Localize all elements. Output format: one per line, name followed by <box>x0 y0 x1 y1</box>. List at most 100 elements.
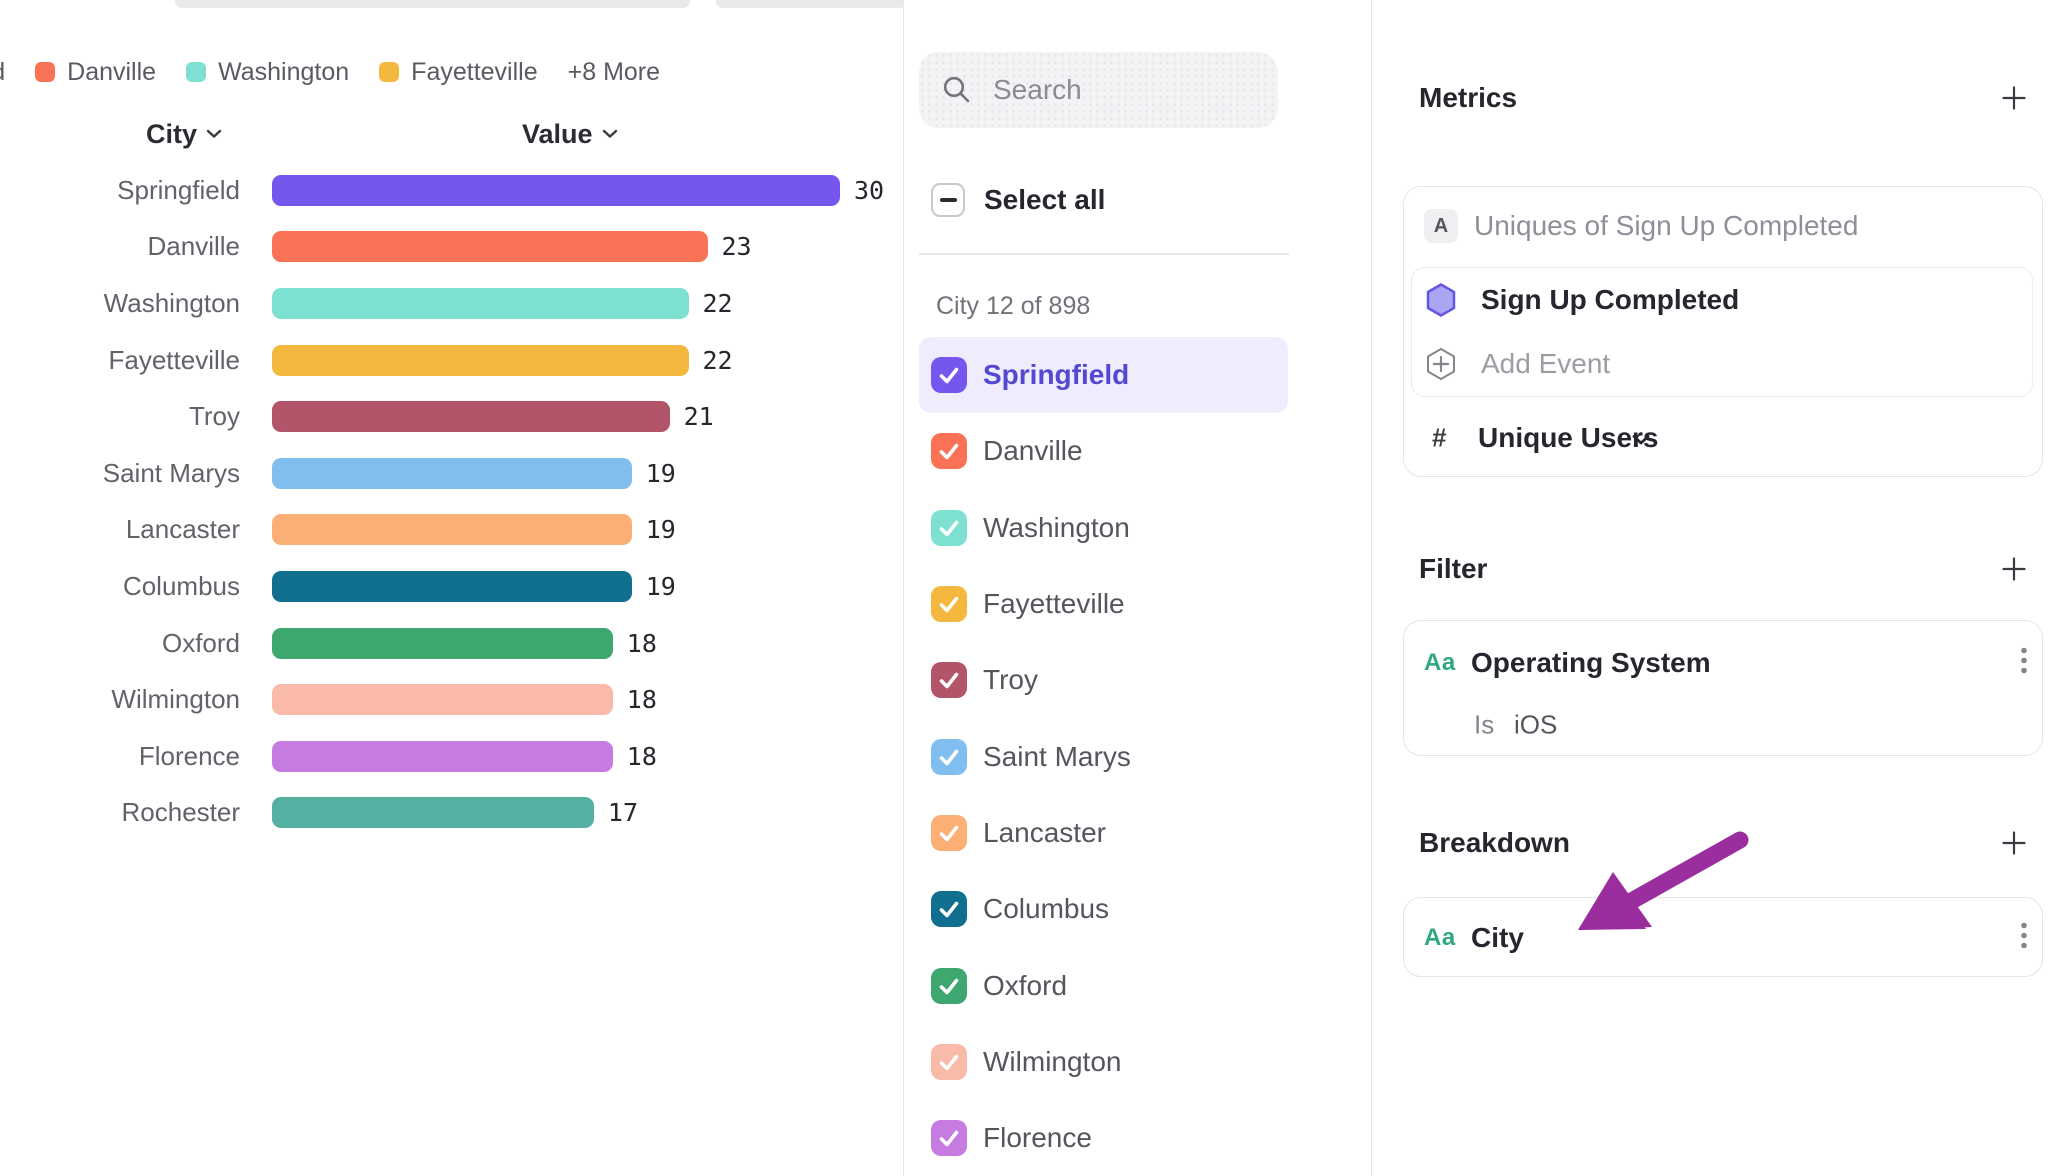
bar[interactable] <box>272 741 613 772</box>
city-option-row[interactable]: Lancaster <box>919 795 1288 871</box>
bar-category-label: Oxford <box>0 628 240 659</box>
checkbox-checked-icon[interactable] <box>931 510 967 546</box>
filter-property-name[interactable]: Operating System <box>1471 647 1711 679</box>
legend-item[interactable]: Springfield <box>0 58 5 87</box>
bar[interactable] <box>272 231 708 262</box>
chart-row: Washington22 <box>0 275 903 332</box>
search-input[interactable] <box>991 73 1245 107</box>
check-icon <box>931 662 967 698</box>
check-icon <box>931 1044 967 1080</box>
add-event-hexagon-plus-icon <box>1425 346 1457 382</box>
filter-options-kebab-button[interactable] <box>2016 643 2032 684</box>
chart-row: Columbus19 <box>0 558 903 615</box>
event-card: Sign Up Completed Add Event <box>1411 267 2033 397</box>
bar-value-label: 19 <box>646 515 676 544</box>
breakdown-section-title: Breakdown <box>1419 827 1570 859</box>
legend-more-label[interactable]: +8 More <box>568 58 660 87</box>
city-option-row[interactable]: Saint Marys <box>919 718 1288 794</box>
bar[interactable] <box>272 345 689 376</box>
checkbox-checked-icon[interactable] <box>931 662 967 698</box>
checkbox-checked-icon[interactable] <box>931 357 967 393</box>
chevron-down-icon <box>602 129 618 139</box>
city-option-row[interactable]: Springfield <box>919 337 1288 413</box>
chart-row: Danville23 <box>0 219 903 276</box>
bar-value-label: 18 <box>627 629 657 658</box>
checkbox-checked-icon[interactable] <box>931 433 967 469</box>
result-count-label: City 12 of 898 <box>936 292 1090 321</box>
checkbox-checked-icon[interactable] <box>931 586 967 622</box>
bar-chart-panel: Springfield Danville Washington Fayettevill… <box>0 0 903 1176</box>
checkbox-checked-icon[interactable] <box>931 968 967 1004</box>
check-icon <box>931 891 967 927</box>
checkbox-checked-icon[interactable] <box>931 1044 967 1080</box>
kebab-menu-icon <box>2020 922 2028 950</box>
checkbox-checked-icon[interactable] <box>931 815 967 851</box>
chevron-down-icon <box>206 129 222 139</box>
add-metric-button[interactable] <box>2000 84 2028 112</box>
bar[interactable] <box>272 288 689 319</box>
city-option-label: Columbus <box>983 893 1109 925</box>
check-icon <box>931 586 967 622</box>
insights-report-screen: SpringfieldDanvilleWashingtonFayettevill… <box>0 0 2064 1176</box>
legend-swatch <box>379 62 399 82</box>
legend-item[interactable]: Danville <box>35 58 156 87</box>
value-sort-header[interactable]: Value <box>522 116 618 152</box>
chart-row: Fayetteville22 <box>0 332 903 389</box>
bar-value-label: 18 <box>627 685 657 714</box>
bar[interactable] <box>272 514 632 545</box>
add-filter-button[interactable] <box>2000 555 2028 583</box>
legend-item[interactable]: Fayetteville <box>379 58 537 87</box>
chart-row: Troy21 <box>0 388 903 445</box>
city-option-row[interactable]: Washington <box>919 490 1288 566</box>
city-option-row[interactable]: Columbus <box>919 871 1288 947</box>
city-option-row[interactable]: Oxford <box>919 947 1288 1023</box>
bar[interactable] <box>272 175 840 206</box>
bar-category-label: Rochester <box>0 797 240 828</box>
city-sort-header[interactable]: City <box>146 116 222 152</box>
city-option-label: Washington <box>983 512 1130 544</box>
filter-card[interactable]: Aa Operating System Is iOS <box>1403 620 2043 756</box>
legend-label: Springfield <box>0 58 5 87</box>
check-icon <box>931 357 967 393</box>
city-option-label: Troy <box>983 664 1038 696</box>
breakdown-card[interactable]: Aa City <box>1403 897 2043 977</box>
metric-card[interactable]: A Uniques of Sign Up Completed Sign Up C… <box>1403 186 2043 477</box>
checkbox-checked-icon[interactable] <box>931 891 967 927</box>
bar[interactable] <box>272 684 613 715</box>
filter-section-title: Filter <box>1419 553 1487 585</box>
legend-item[interactable]: Washington <box>186 58 349 87</box>
add-breakdown-button[interactable] <box>2000 829 2028 857</box>
breakdown-options-kebab-button[interactable] <box>2016 918 2032 959</box>
event-name[interactable]: Sign Up Completed <box>1481 284 1739 316</box>
bar[interactable] <box>272 628 613 659</box>
bar-value-label: 17 <box>608 798 638 827</box>
filter-operator[interactable]: Is <box>1474 710 1494 741</box>
filter-value[interactable]: iOS <box>1514 710 1557 741</box>
search-box[interactable] <box>919 52 1278 128</box>
kebab-menu-icon <box>2020 647 2028 675</box>
bar[interactable] <box>272 401 670 432</box>
plus-icon <box>2000 829 2028 857</box>
plus-icon <box>2000 555 2028 583</box>
checkbox-checked-icon[interactable] <box>931 739 967 775</box>
select-all-row[interactable]: Select all <box>931 183 1105 217</box>
breakdown-property-name[interactable]: City <box>1471 922 1524 954</box>
city-option-row[interactable]: Danville <box>919 413 1288 489</box>
city-option-row[interactable]: Troy <box>919 642 1288 718</box>
bar[interactable] <box>272 571 632 602</box>
bar[interactable] <box>272 458 632 489</box>
city-option-row[interactable]: Wilmington <box>919 1024 1288 1100</box>
add-event-button[interactable]: Add Event <box>1481 348 1610 380</box>
city-checkbox-list: SpringfieldDanville Washington Fayettevill… <box>904 337 1373 1176</box>
city-option-label: Fayetteville <box>983 588 1125 620</box>
city-option-row[interactable]: Florence <box>919 1100 1288 1176</box>
hash-icon: # <box>1432 423 1446 454</box>
city-option-row[interactable]: Fayetteville <box>919 566 1288 642</box>
chart-row: Wilmington18 <box>0 671 903 728</box>
bar-value-label: 19 <box>646 459 676 488</box>
city-option-label: Wilmington <box>983 1046 1121 1078</box>
checkbox-checked-icon[interactable] <box>931 1120 967 1156</box>
select-all-checkbox-indeterminate[interactable] <box>931 183 965 217</box>
divider <box>919 253 1289 255</box>
bar[interactable] <box>272 797 594 828</box>
